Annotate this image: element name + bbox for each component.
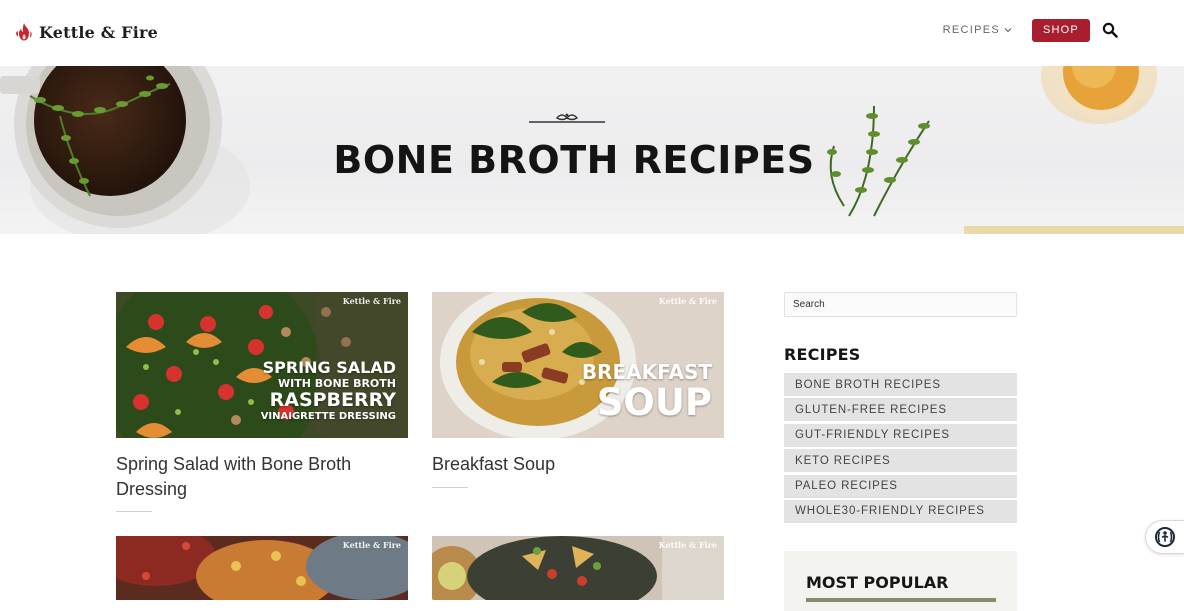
sidebar-recipe-categories: BONE BROTH RECIPES GLUTEN-FREE RECIPES G… — [784, 373, 1017, 525]
title-divider — [116, 511, 152, 512]
hero-banner: BONE BROTH RECIPES — [0, 66, 1184, 234]
recipe-image[interactable]: Kettle & Fire — [116, 536, 408, 600]
sidebar-item-gluten-free[interactable]: GLUTEN-FREE RECIPES — [784, 398, 1017, 422]
popular-thumbnail-strip[interactable] — [806, 598, 996, 602]
accessibility-button[interactable] — [1145, 520, 1184, 554]
sidebar-search-input[interactable] — [784, 292, 1017, 317]
nav-recipes-label: RECIPES — [942, 24, 1000, 36]
brand-watermark: Kettle & Fire — [342, 296, 401, 306]
shop-button[interactable]: SHOP — [1032, 18, 1090, 42]
accessibility-icon — [1155, 527, 1175, 547]
recipe-card[interactable]: Kettle & Fire BREAKFAST SOUP Breakfast S… — [432, 292, 724, 492]
brand-name: Kettle & Fire — [39, 22, 159, 42]
sidebar-item-keto[interactable]: KETO RECIPES — [784, 449, 1017, 473]
overlay-line: SPRING SALAD — [262, 358, 396, 377]
overlay-line: BREAKFAST — [581, 360, 712, 384]
brand-watermark: Kettle & Fire — [342, 540, 401, 550]
recipe-title-link[interactable]: Spring Salad with Bone Broth Dressing — [116, 452, 408, 502]
sidebar-item-whole30[interactable]: WHOLE30-FRIENDLY RECIPES — [784, 499, 1017, 523]
recipe-image[interactable]: Kettle & Fire — [432, 536, 724, 600]
recipe-image[interactable]: Kettle & Fire SPRING SALAD WITH BONE BRO… — [116, 292, 408, 438]
site-header: Kettle & Fire RECIPES SHOP — [0, 0, 1184, 66]
flame-icon — [16, 23, 32, 41]
recipe-image[interactable]: Kettle & Fire BREAKFAST SOUP — [432, 292, 724, 438]
sidebar-recipes-heading: RECIPES — [784, 345, 861, 364]
sidebar-item-gut-friendly[interactable]: GUT-FRIENDLY RECIPES — [784, 423, 1017, 447]
sidebar-item-bone-broth[interactable]: BONE BROTH RECIPES — [784, 373, 1017, 396]
nav-recipes-dropdown[interactable]: RECIPES — [943, 24, 1012, 36]
chevron-down-icon — [1004, 28, 1012, 33]
title-divider — [432, 487, 468, 488]
search-icon[interactable] — [1102, 22, 1118, 38]
image-overlay-text: SPRING SALAD WITH BONE BROTH RASPBERRY V… — [261, 360, 396, 422]
recipe-card[interactable]: Kettle & Fire — [116, 536, 408, 600]
most-popular-heading: MOST POPULAR — [806, 573, 949, 592]
ornament-divider-icon — [529, 113, 605, 123]
most-popular-widget: MOST POPULAR — [784, 551, 1017, 611]
main-nav: RECIPES SHOP — [943, 18, 1118, 42]
sidebar-item-paleo[interactable]: PALEO RECIPES — [784, 474, 1017, 498]
brand-watermark: Kettle & Fire — [658, 296, 717, 306]
recipe-card[interactable]: Kettle & Fire SPRING SALAD WITH BONE BRO… — [116, 292, 408, 522]
overlay-line: VINAIGRETTE DRESSING — [260, 411, 396, 422]
overlay-line: SOUP — [596, 381, 712, 424]
recipe-title-link[interactable]: Breakfast Soup — [432, 452, 724, 477]
image-overlay-text: BREAKFAST SOUP — [582, 362, 712, 421]
overlay-line: RASPBERRY — [269, 389, 396, 411]
brand-watermark: Kettle & Fire — [658, 540, 717, 550]
recipe-card[interactable]: Kettle & Fire — [432, 536, 724, 600]
brand-logo[interactable]: Kettle & Fire — [15, 20, 158, 44]
overlay-line: WITH BONE BROTH — [278, 377, 396, 390]
page-title: BONE BROTH RECIPES — [333, 138, 815, 182]
